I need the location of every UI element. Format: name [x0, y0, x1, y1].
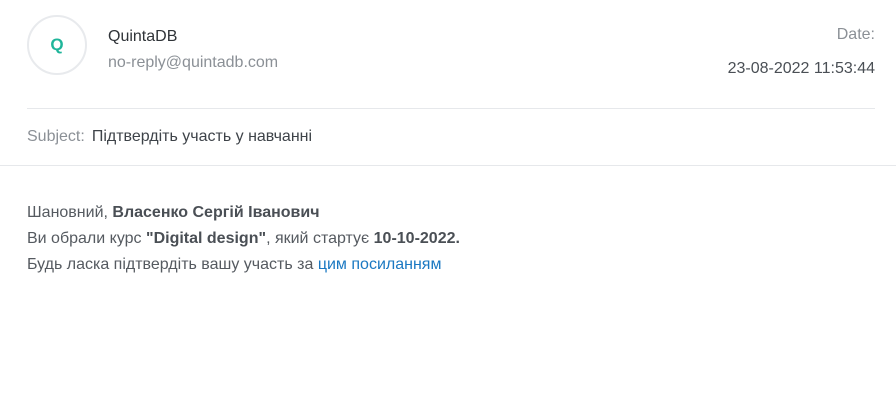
recipient-name: Власенко Сергій Іванович — [112, 204, 320, 221]
sender-email: no-reply@quintadb.com — [108, 54, 279, 71]
date-label: Date: — [836, 26, 875, 43]
sender-name: QuintaDB — [108, 28, 178, 45]
course-line: Ви обрали курс "Digital design", який ст… — [27, 226, 869, 252]
date-value: 23-08-2022 11:53:44 — [727, 60, 875, 77]
email-body: Шановний, Власенко Сергій Іванович Ви об… — [0, 166, 896, 278]
course-prefix: Ви обрали курс — [27, 230, 146, 247]
avatar: Q — [27, 15, 87, 75]
course-middle: , який стартує — [266, 230, 374, 247]
course-date: 10-10-2022. — [373, 230, 460, 247]
confirm-prefix: Будь ласка підтвердіть вашу участь за — [27, 256, 318, 273]
greeting-line: Шановний, Власенко Сергій Іванович — [27, 200, 869, 226]
confirm-line: Будь ласка підтвердіть вашу участь за ци… — [27, 252, 869, 278]
greeting-prefix: Шановний, — [27, 204, 113, 221]
email-header: Q QuintaDB no-reply@quintadb.com Date: 2… — [27, 0, 875, 109]
subject-text: Підтвердіть участь у навчанні — [91, 128, 313, 145]
subject-row: Subject: Підтвердіть участь у навчанні — [0, 109, 896, 166]
subject-label: Subject: — [27, 128, 85, 145]
email-view: Q QuintaDB no-reply@quintadb.com Date: 2… — [0, 0, 896, 402]
course-name: "Digital design" — [145, 230, 267, 247]
confirm-link[interactable]: цим посиланням — [318, 256, 442, 273]
